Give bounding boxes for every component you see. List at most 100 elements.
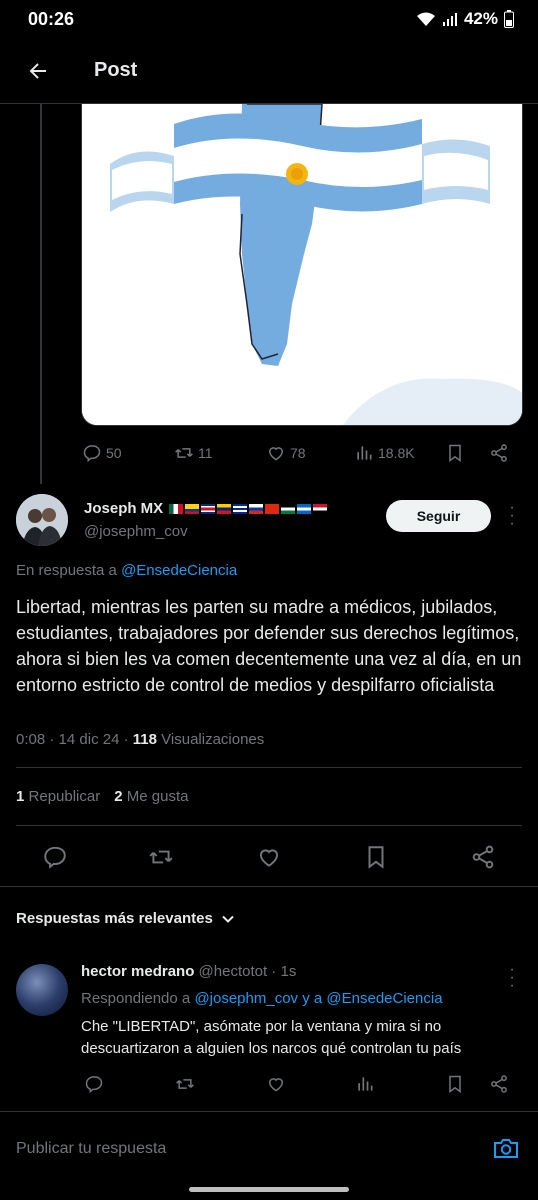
- flag-colombia-icon: [185, 503, 200, 514]
- battery-icon: [504, 10, 514, 28]
- reply-count: 50: [106, 445, 122, 461]
- reply-icon: [83, 445, 101, 463]
- repost-icon[interactable]: [175, 1074, 195, 1094]
- heart-icon[interactable]: [266, 1074, 286, 1094]
- likes-count: 2: [114, 788, 123, 805]
- author-handle[interactable]: @josephm_cov: [84, 523, 188, 540]
- battery-percent: 42%: [463, 9, 498, 28]
- author-name-row[interactable]: Joseph MX: [84, 500, 328, 517]
- reply-action[interactable]: 50: [82, 443, 122, 463]
- reply-author-name[interactable]: hector medrano: [81, 963, 194, 980]
- replying-to: Respondiendo a @josephm_cov y a @EnsedeC…: [81, 990, 443, 1007]
- post-text: Libertad, mientras les parten su madre a…: [16, 597, 522, 695]
- chevron-down-icon: [222, 915, 234, 923]
- signal-icon: [442, 13, 457, 26]
- bar-chart-icon: [357, 446, 372, 460]
- post-stats: 1 Republicar 2 Me gusta: [16, 788, 188, 805]
- bar-chart-icon[interactable]: [355, 1074, 375, 1094]
- flag-cuba-icon: [233, 503, 248, 514]
- replying-user-link[interactable]: @EnsedeCiencia: [326, 990, 442, 1007]
- sort-label: Respuestas más relevantes: [16, 910, 213, 927]
- argentina-map-illustration: [82, 104, 522, 425]
- views-count: 118: [132, 731, 157, 748]
- views-action[interactable]: 18.8K: [354, 443, 415, 463]
- reposts-count: 1: [16, 788, 25, 805]
- follow-button[interactable]: Seguir: [386, 500, 491, 532]
- reply-actions: [84, 1074, 514, 1094]
- reply-to-link[interactable]: @EnsedeCiencia: [121, 562, 237, 579]
- bookmark-icon[interactable]: [363, 844, 389, 870]
- thread-connector: [40, 104, 42, 484]
- reposts-label: Republicar: [28, 788, 101, 805]
- heart-icon[interactable]: [256, 844, 282, 870]
- reply-text: Che "LIBERTAD", asómate por la ventana y…: [81, 1018, 462, 1057]
- post-meta: 0:08 · 14 dic 24 · 118 Visualizaciones: [16, 731, 265, 748]
- post-actions: [0, 834, 538, 880]
- flag-china-icon: [265, 503, 280, 514]
- author-name: Joseph MX: [84, 500, 164, 517]
- reply-header: hector medrano @hectotot · 1s: [81, 963, 297, 980]
- views-label: Visualizaciones: [161, 731, 265, 748]
- flag-nicaragua-icon: [297, 503, 312, 514]
- share-icon[interactable]: [470, 844, 496, 870]
- flag-mexico-icon: [169, 503, 184, 514]
- status-time: 00:26: [28, 8, 75, 29]
- repost-count: 11: [198, 445, 213, 461]
- flag-costa-rica-icon: [201, 503, 216, 514]
- repost-icon[interactable]: [148, 844, 174, 870]
- heart-icon: [268, 447, 284, 461]
- replying-prefix: Respondiendo a: [81, 990, 191, 1007]
- reposts-stat[interactable]: 1 Republicar: [16, 788, 100, 805]
- status-icons: 42%: [416, 9, 514, 29]
- more-options-icon[interactable]: · · ·: [502, 500, 522, 532]
- arrow-left-icon: [29, 62, 46, 79]
- reply-icon[interactable]: [42, 844, 68, 870]
- reply-author-handle[interactable]: @hectotot: [199, 963, 268, 980]
- share-icon: [491, 444, 507, 462]
- post-time[interactable]: 0:08: [16, 731, 45, 748]
- flag-yemen-icon: [313, 503, 328, 514]
- like-action[interactable]: 78: [266, 443, 306, 463]
- more-options-icon[interactable]: · · ·: [502, 962, 522, 994]
- likes-stat[interactable]: 2 Me gusta: [114, 788, 188, 805]
- avatar[interactable]: [16, 964, 68, 1016]
- reply-prefix: En respuesta a: [16, 562, 117, 579]
- views-count: 18.8K: [378, 445, 415, 461]
- section-divider: [0, 886, 538, 887]
- post-date[interactable]: 14 dic 24: [59, 731, 120, 748]
- bookmark-icon: [449, 444, 461, 462]
- bookmark-icon[interactable]: [445, 1074, 465, 1094]
- back-button[interactable]: [14, 47, 62, 95]
- flag-emojis: [169, 503, 328, 514]
- replying-and: y a: [302, 990, 323, 1007]
- camera-icon[interactable]: [493, 1136, 519, 1160]
- reply-input[interactable]: Publicar tu respuesta: [16, 1140, 166, 1158]
- divider: [16, 825, 522, 826]
- bookmark-action[interactable]: [445, 443, 465, 463]
- flag-palestine-icon: [281, 503, 296, 514]
- reply-item[interactable]: hector medrano @hectotot · 1s · · · Respon…: [16, 956, 522, 1106]
- replies-sort-button[interactable]: Respuestas más relevantes: [16, 910, 235, 927]
- avatar[interactable]: [16, 494, 68, 546]
- top-bar: Post: [0, 38, 538, 104]
- reply-icon[interactable]: [84, 1074, 104, 1094]
- flag-russia-icon: [249, 503, 264, 514]
- reply-context: En respuesta a @EnsedeCiencia: [16, 562, 237, 579]
- page-title: Post: [94, 59, 138, 81]
- replying-user-link[interactable]: @josephm_cov: [194, 990, 298, 1007]
- repost-action[interactable]: 11: [174, 443, 213, 463]
- likes-label: Me gusta: [126, 788, 189, 805]
- share-icon[interactable]: [489, 1074, 509, 1094]
- avatar-photo: [16, 494, 68, 546]
- repost-icon: [175, 448, 193, 458]
- post-author: Joseph MX @josephm_cov Seguir · · ·: [16, 492, 522, 548]
- reply-time: 1s: [280, 963, 297, 980]
- status-bar: 00:26 42%: [0, 0, 538, 38]
- wifi-icon: [416, 12, 435, 26]
- like-count: 78: [290, 445, 306, 461]
- flag-venezuela-icon: [217, 503, 232, 514]
- share-action[interactable]: [489, 443, 509, 463]
- post-image[interactable]: [81, 104, 523, 426]
- parent-post-actions: 50 11 78 18.8K: [82, 442, 512, 464]
- home-indicator[interactable]: [189, 1187, 349, 1192]
